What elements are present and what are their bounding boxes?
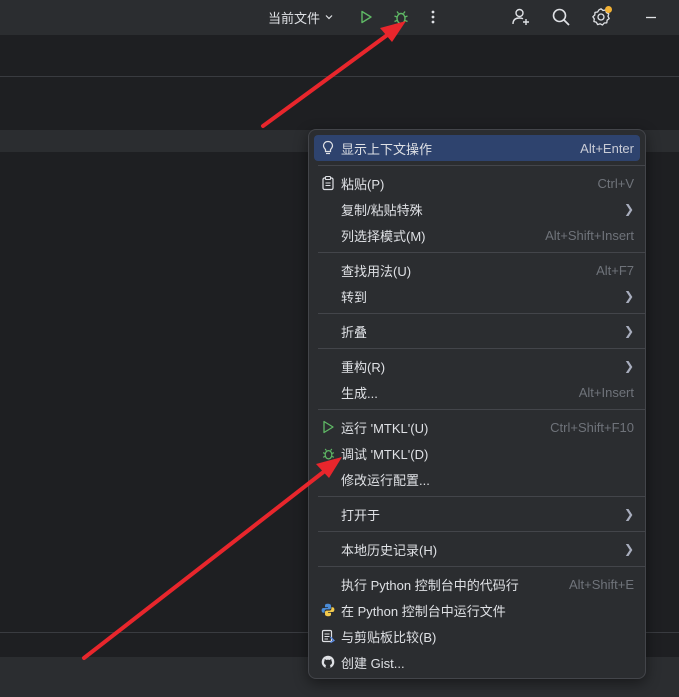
menu-item-label: 创建 Gist... <box>341 655 405 671</box>
tab-bar <box>0 35 679 77</box>
menu-item-refactor[interactable]: 重构(R) ❯ <box>314 353 640 379</box>
run-icon[interactable] <box>354 5 378 29</box>
chevron-down-icon <box>324 10 334 25</box>
menu-item-label: 与剪贴板比较(B) <box>341 629 437 645</box>
menu-item-column-selection-mode[interactable]: 列选择模式(M) Alt+Shift+Insert <box>314 222 640 248</box>
chevron-right-icon: ❯ <box>623 359 634 373</box>
python-icon <box>320 602 336 618</box>
menu-item-label: 生成... <box>341 385 378 401</box>
menu-item-create-gist[interactable]: 创建 Gist... <box>314 649 640 675</box>
menu-separator <box>318 313 645 314</box>
run-config-selector[interactable]: 当前文件 <box>264 7 338 27</box>
lightbulb-icon <box>320 140 336 156</box>
menu-separator <box>318 409 645 410</box>
menu-item-folding[interactable]: 折叠 ❯ <box>314 318 640 344</box>
menu-item-copy-paste-special[interactable]: 复制/粘贴特殊 ❯ <box>314 196 640 222</box>
menu-item-label: 粘贴(P) <box>341 176 385 192</box>
menu-item-modify-run-config[interactable]: 修改运行配置... <box>314 466 640 492</box>
menu-item-label: 复制/粘贴特殊 <box>341 202 423 218</box>
menu-item-compare-with-clipboard[interactable]: 与剪贴板比较(B) <box>314 623 640 649</box>
run-icon <box>320 419 336 435</box>
menu-item-label: 查找用法(U) <box>341 263 412 279</box>
menu-separator <box>318 566 645 567</box>
menu-item-shortcut: Alt+Insert <box>578 384 634 400</box>
menu-item-run-mtkl[interactable]: 运行 'MTKL'(U) Ctrl+Shift+F10 <box>314 414 640 440</box>
menu-item-shortcut: Alt+F7 <box>596 262 634 278</box>
menu-item-shortcut: Ctrl+Shift+F10 <box>550 419 634 435</box>
menu-separator <box>318 348 645 349</box>
menu-item-label: 执行 Python 控制台中的代码行 <box>341 577 519 593</box>
chevron-right-icon: ❯ <box>623 542 634 556</box>
chevron-right-icon: ❯ <box>623 202 634 216</box>
menu-separator <box>318 531 645 532</box>
menu-item-label: 列选择模式(M) <box>341 228 426 244</box>
notification-dot <box>605 6 612 13</box>
minimize-icon[interactable] <box>639 5 663 29</box>
clipboard-icon <box>320 175 336 191</box>
menu-item-run-file-in-console[interactable]: 在 Python 控制台中运行文件 <box>314 597 640 623</box>
chevron-right-icon: ❯ <box>623 289 634 303</box>
menu-separator <box>318 165 645 166</box>
menu-item-label: 调试 'MTKL'(D) <box>341 446 429 462</box>
menu-separator <box>318 252 645 253</box>
editor-header <box>0 78 679 130</box>
menu-item-label: 打开于 <box>341 507 381 523</box>
menu-item-shortcut: Alt+Shift+E <box>568 576 634 592</box>
settings-icon[interactable] <box>589 5 613 29</box>
chevron-right-icon: ❯ <box>623 324 634 338</box>
menu-item-shortcut: Alt+Shift+Insert <box>545 227 634 243</box>
search-icon[interactable] <box>549 5 573 29</box>
debug-icon[interactable] <box>389 5 413 29</box>
menu-item-generate[interactable]: 生成... Alt+Insert <box>314 379 640 405</box>
run-config-label: 当前文件 <box>268 10 321 26</box>
menu-item-debug-mtkl[interactable]: 调试 'MTKL'(D) <box>314 440 640 466</box>
menu-item-local-history[interactable]: 本地历史记录(H) ❯ <box>314 536 640 562</box>
menu-item-paste[interactable]: 粘贴(P) Ctrl+V <box>314 170 640 196</box>
menu-item-label: 本地历史记录(H) <box>341 542 438 558</box>
more-icon[interactable] <box>421 5 445 29</box>
menu-item-shortcut: Alt+Enter <box>580 140 634 156</box>
menu-item-shortcut: Ctrl+V <box>597 175 634 191</box>
menu-item-label: 在 Python 控制台中运行文件 <box>341 603 506 619</box>
menu-item-find-usages[interactable]: 查找用法(U) Alt+F7 <box>314 257 640 283</box>
context-menu: 显示上下文操作 Alt+Enter 粘贴(P) Ctrl+V 复制/粘贴特殊 ❯… <box>308 129 646 679</box>
chevron-right-icon: ❯ <box>623 507 634 521</box>
menu-item-go-to[interactable]: 转到 ❯ <box>314 283 640 309</box>
menu-separator <box>318 496 645 497</box>
menu-item-open-in[interactable]: 打开于 ❯ <box>314 501 640 527</box>
add-user-icon[interactable] <box>509 5 533 29</box>
menu-item-execute-line-in-console[interactable]: 执行 Python 控制台中的代码行 Alt+Shift+E <box>314 571 640 597</box>
github-icon <box>320 654 336 670</box>
menu-item-label: 显示上下文操作 <box>341 141 433 157</box>
menu-item-label: 修改运行配置... <box>341 472 430 488</box>
main-toolbar: 当前文件 <box>0 0 679 35</box>
menu-item-label: 运行 'MTKL'(U) <box>341 420 429 436</box>
menu-item-show-context-actions[interactable]: 显示上下文操作 Alt+Enter <box>314 135 640 161</box>
debug-icon <box>320 445 336 461</box>
menu-item-label: 折叠 <box>341 324 368 340</box>
compare-clipboard-icon <box>320 628 336 644</box>
menu-item-label: 重构(R) <box>341 359 386 375</box>
menu-item-label: 转到 <box>341 289 368 305</box>
